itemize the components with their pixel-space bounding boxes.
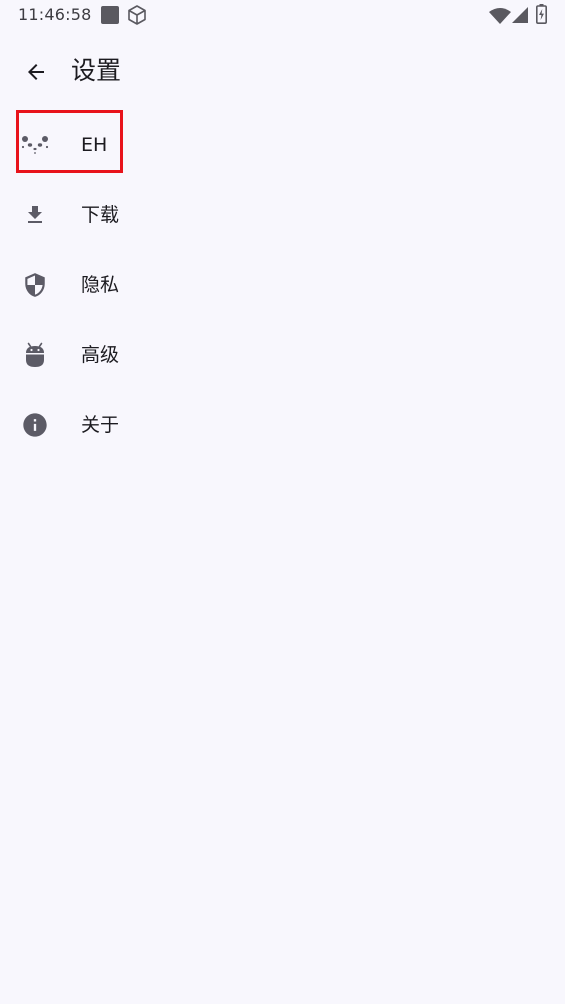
app-bar: 设置 xyxy=(0,40,565,104)
download-icon xyxy=(20,200,50,230)
settings-item-about[interactable]: 关于 xyxy=(0,390,565,460)
android-icon xyxy=(20,340,50,370)
cube-icon xyxy=(128,5,146,25)
back-button[interactable] xyxy=(12,48,60,96)
settings-item-label: EH xyxy=(81,134,108,156)
status-time: 11:46:58 xyxy=(18,5,92,24)
page-title: 设置 xyxy=(71,56,122,85)
settings-item-privacy[interactable]: 隐私 xyxy=(0,250,565,320)
settings-item-label: 高级 xyxy=(81,344,120,366)
info-icon xyxy=(20,410,50,440)
signal-icon xyxy=(512,7,528,23)
battery-charging-icon xyxy=(536,4,547,24)
settings-list: EH 下载 隐私 高级 关于 xyxy=(0,110,565,460)
settings-item-eh[interactable]: EH xyxy=(0,110,565,180)
arrow-back-icon xyxy=(28,64,44,80)
shield-icon xyxy=(20,270,50,300)
panda-icon xyxy=(20,130,50,160)
settings-item-label: 下载 xyxy=(81,204,120,226)
wifi-icon xyxy=(489,8,511,24)
status-bar: 11:46:58 xyxy=(0,0,565,32)
stop-square-icon xyxy=(101,6,119,24)
settings-item-label: 关于 xyxy=(81,414,120,436)
settings-item-advanced[interactable]: 高级 xyxy=(0,320,565,390)
settings-item-label: 隐私 xyxy=(81,274,120,296)
settings-item-download[interactable]: 下载 xyxy=(0,180,565,250)
